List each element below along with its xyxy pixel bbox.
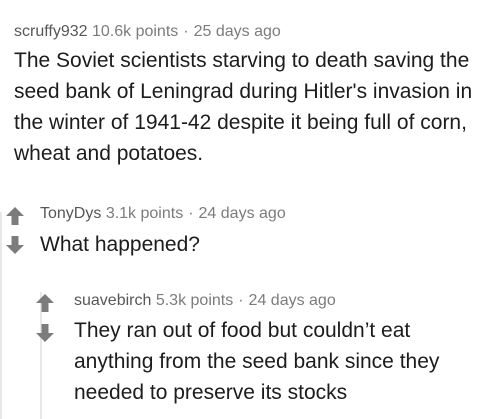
thread-line[interactable] [0,212,2,419]
comment-body: What happened? [40,233,200,256]
upvote-arrow-icon[interactable] [4,205,26,227]
downvote-arrow-icon[interactable] [34,322,56,344]
comment-age[interactable]: 24 days ago [249,292,336,309]
comment-meta: scruffy932 10.6k points · 25 days ago [14,22,494,42]
comment-points: 3.1k points [105,205,184,222]
comment-suavebirch: suavebirch 5.3k points · 24 days ago They … [74,291,494,408]
upvote-arrow-icon[interactable] [34,292,56,314]
comment-author[interactable]: TonyDys [40,205,101,222]
comment-age[interactable]: 25 days ago [194,23,281,40]
comment-body: The Soviet scientists starving to death … [14,49,473,165]
comment-tonydys: TonyDys 3.1k points · 24 days ago What hap… [40,204,490,260]
comment-meta: suavebirch 5.3k points · 24 days ago [74,291,494,311]
comment-points: 5.3k points [155,292,234,309]
meta-separator: · [238,292,244,309]
comment-age[interactable]: 24 days ago [199,205,286,222]
comment-points: 10.6k points [91,23,179,40]
comment-author[interactable]: scruffy932 [14,23,88,40]
meta-separator: · [183,23,189,40]
meta-separator: · [188,205,194,222]
downvote-arrow-icon[interactable] [4,234,26,256]
comment-meta: TonyDys 3.1k points · 24 days ago [40,204,490,224]
comment-author[interactable]: suavebirch [74,292,151,309]
comment-body: They ran out of food but couldn’t eat an… [74,319,440,404]
comment-scruffy932: scruffy932 10.6k points · 25 days ago The … [14,22,494,169]
